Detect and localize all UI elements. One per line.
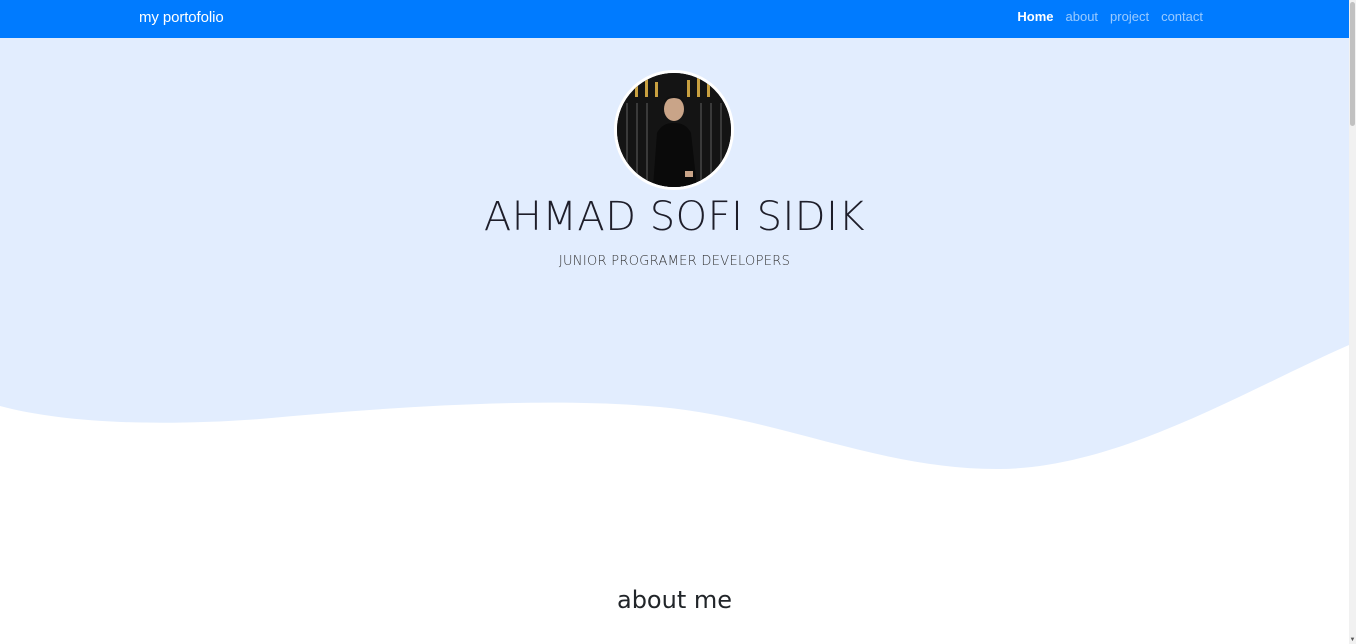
hero-role: JUNIOR PROGRAMER DEVELOPERS xyxy=(558,254,791,269)
nav-link-about[interactable]: about xyxy=(1066,10,1099,24)
nav-links: Home about project contact xyxy=(1017,10,1203,24)
nav-link-contact[interactable]: contact xyxy=(1161,10,1203,24)
hero-name: AHMAD SOFI SIDIK xyxy=(483,194,866,240)
about-section-title: about me xyxy=(616,586,733,614)
nav-link-project[interactable]: project xyxy=(1110,10,1149,24)
scrollbar-thumb[interactable] xyxy=(1350,2,1355,126)
brand-link[interactable]: my portofolio xyxy=(139,9,224,26)
profile-photo-image xyxy=(617,73,731,187)
scroll-down-arrow-icon[interactable]: ▼ xyxy=(1349,636,1356,644)
nav-link-home[interactable]: Home xyxy=(1017,10,1053,24)
navbar: my portofolio Home about project contact xyxy=(0,0,1349,38)
page-scrollbar[interactable]: ▼ xyxy=(1349,0,1356,644)
profile-avatar xyxy=(614,70,734,190)
